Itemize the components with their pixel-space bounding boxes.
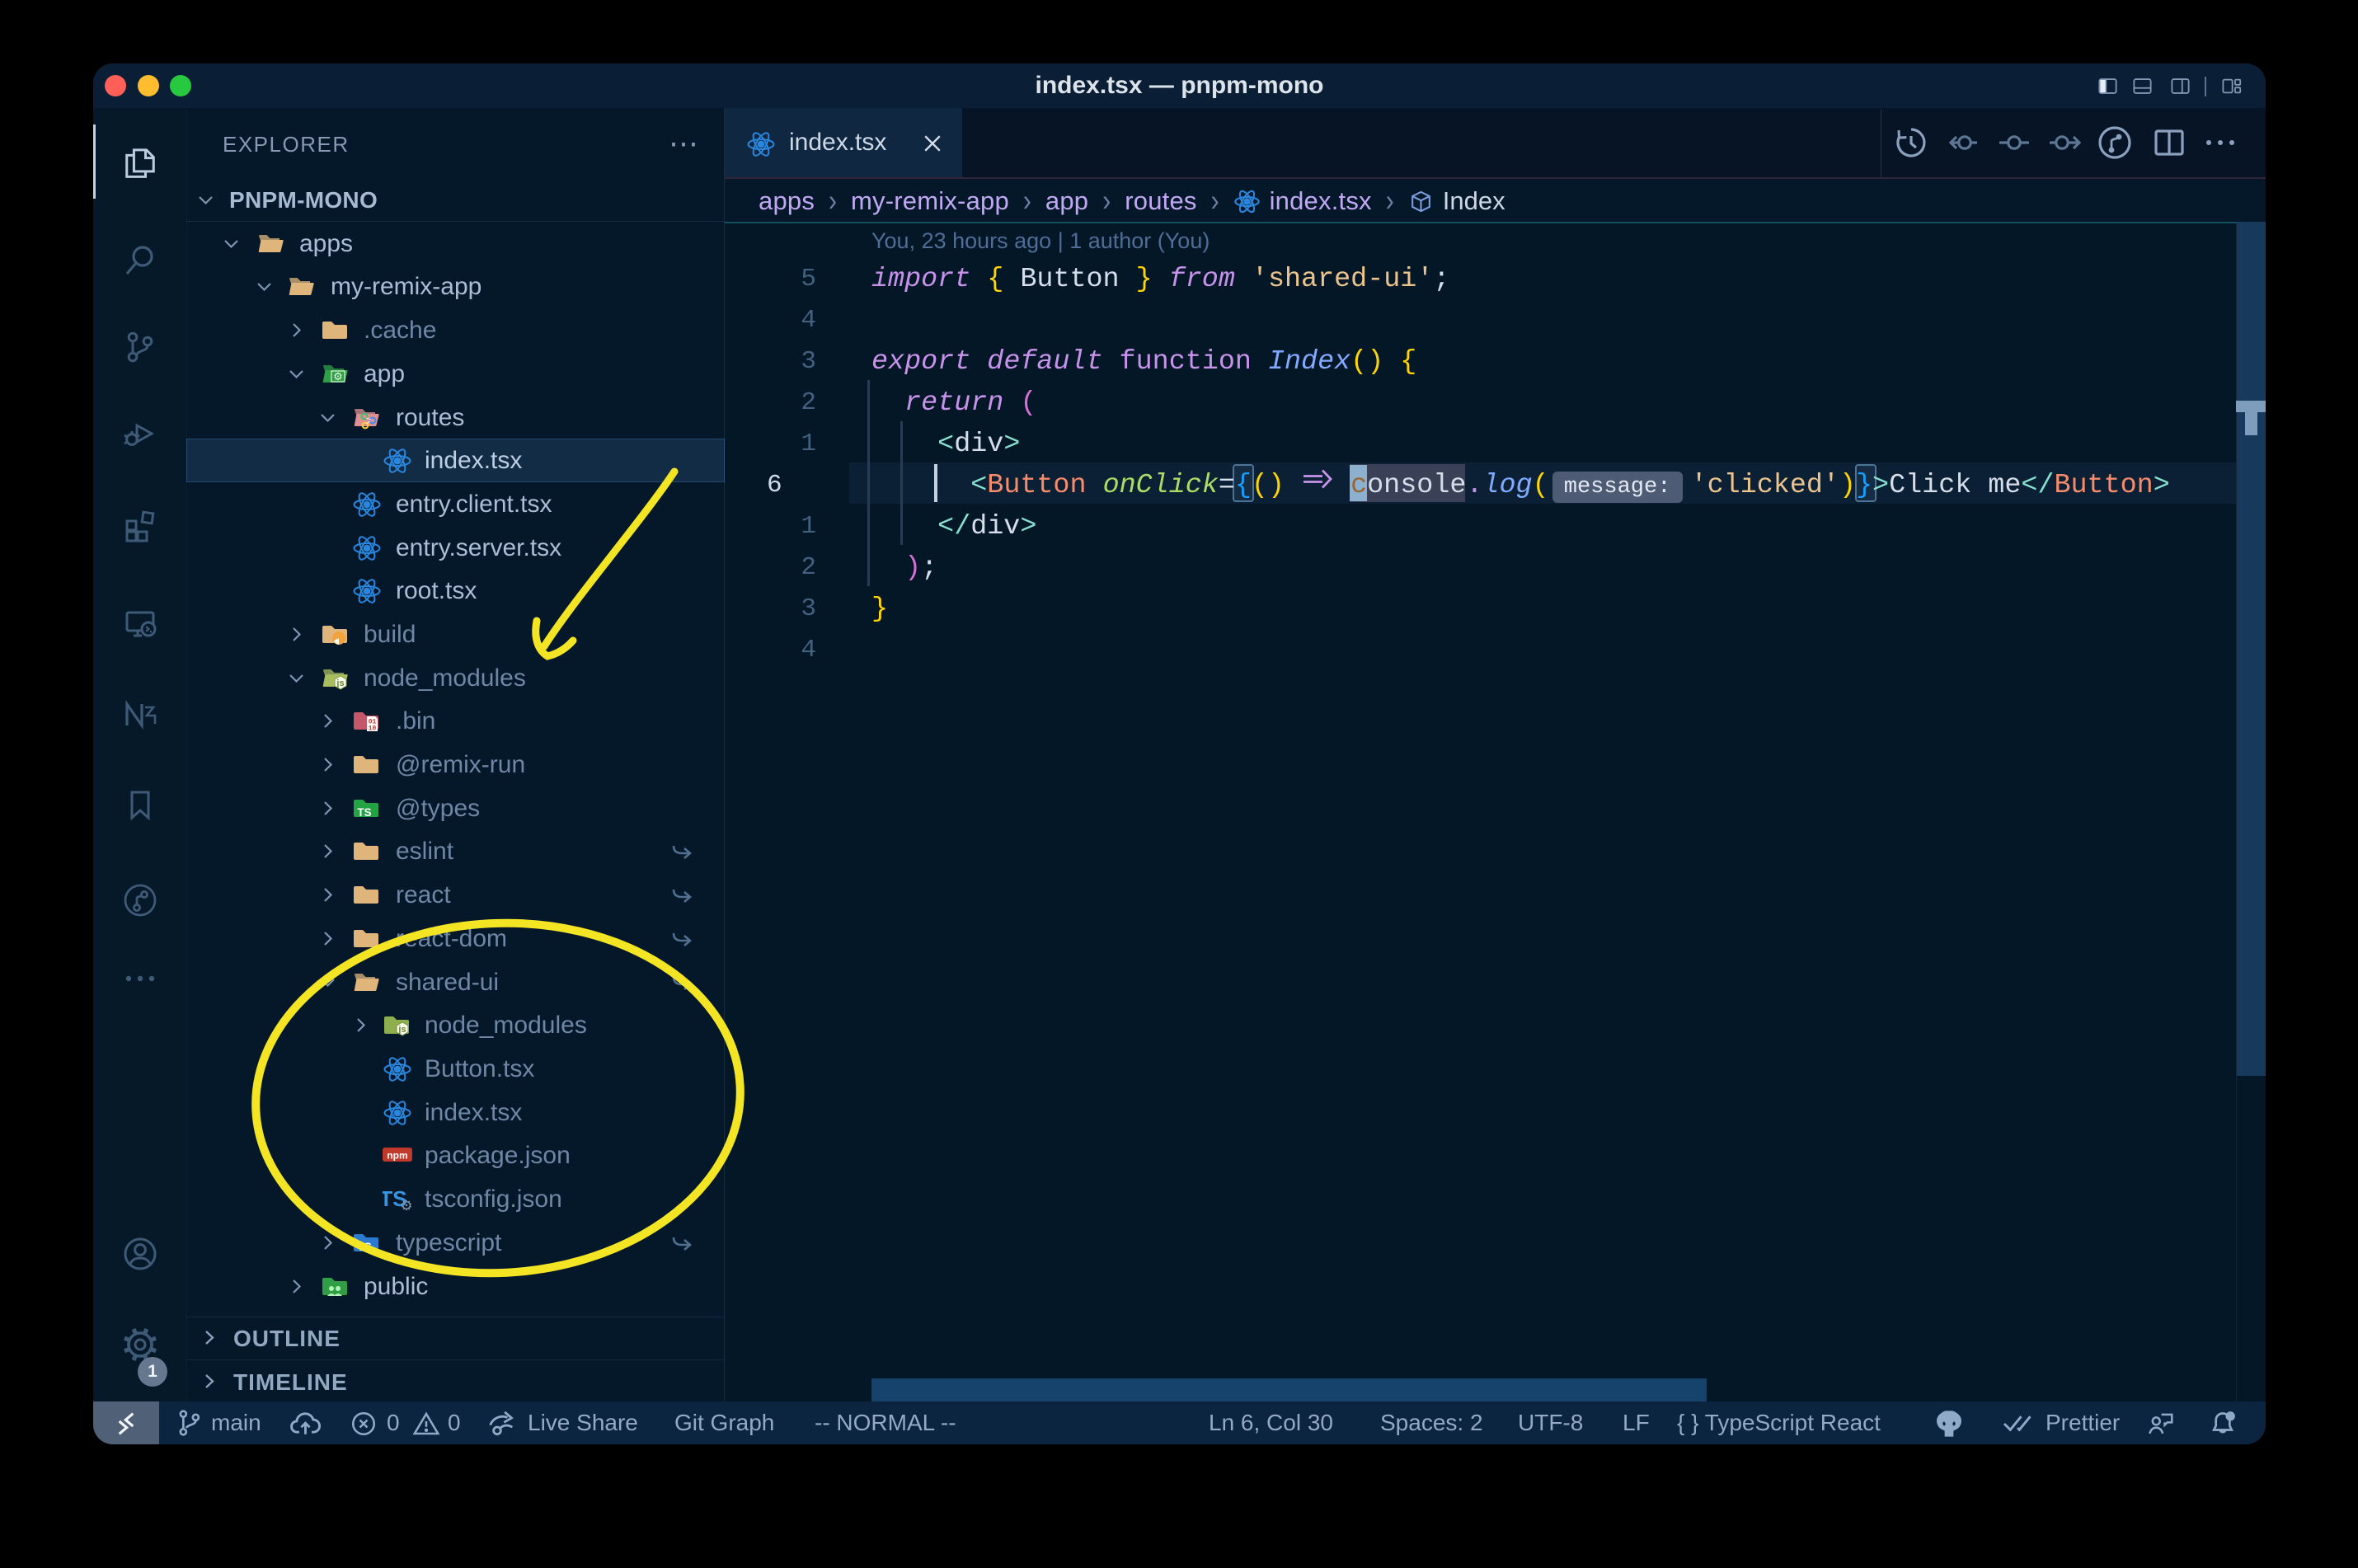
svg-text:⚙: ⚙ — [333, 370, 343, 383]
svg-text:⚙: ⚙ — [400, 1198, 412, 1213]
svg-text:TS: TS — [357, 806, 371, 819]
svg-text:js: js — [397, 1025, 406, 1035]
svg-text:npm: npm — [387, 1150, 407, 1162]
svg-text:10: 10 — [369, 725, 377, 733]
svg-text:TS: TS — [357, 1241, 371, 1253]
svg-text:js: js — [336, 678, 344, 688]
